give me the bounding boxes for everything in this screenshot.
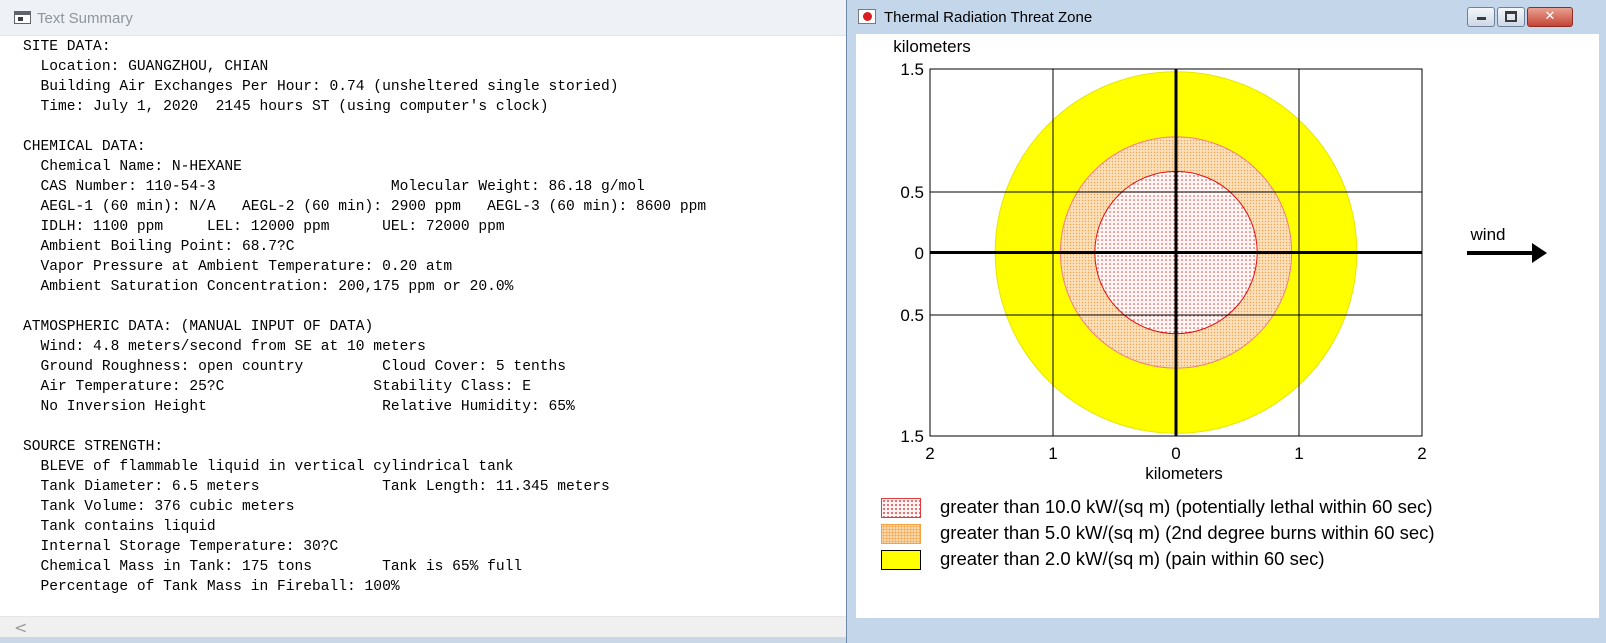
y-tick-label: 1.5 [900, 427, 924, 446]
window-bottom-border [0, 637, 846, 643]
x-tick-label: 2 [1417, 444, 1426, 463]
x-tick-label: 1 [1294, 444, 1303, 463]
text-summary-title: Text Summary [37, 10, 133, 27]
threat-zone-window: Thermal Radiation Threat Zone ✕ 1.5 0.5 0 0… [846, 0, 1606, 643]
threat-zone-titlebar[interactable]: Thermal Radiation Threat Zone ✕ [847, 0, 1606, 34]
summary-line: CHEMICAL DATA: [23, 139, 146, 155]
summary-line: Tank Diameter: 6.5 meters Tank Length: 1… [40, 479, 610, 495]
scroll-left-arrow-icon[interactable]: < [14, 618, 27, 637]
y-tick-label: 0 [915, 244, 924, 263]
summary-line: Location: GUANGZHOU, CHIAN [40, 59, 269, 75]
summary-line: AEGL-1 (60 min): N/A AEGL-2 (60 min): 29… [40, 199, 707, 215]
x-tick-label: 1 [1048, 444, 1057, 463]
summary-line: ATMOSPHERIC DATA: (MANUAL INPUT OF DATA) [23, 319, 374, 335]
x-tick-label: 2 [925, 444, 934, 463]
minimize-icon [1476, 17, 1486, 20]
summary-line: Tank contains liquid [40, 519, 216, 535]
y-axis-label: kilometers [893, 37, 970, 56]
summary-line: Ambient Saturation Concentration: 200,17… [40, 279, 514, 295]
summary-line: BLEVE of flammable liquid in vertical cy… [40, 459, 514, 475]
summary-line: Tank Volume: 376 cubic meters [40, 499, 295, 515]
threat-zone-plot: 1.5 0.5 0 0.5 1.5 2 1 0 1 2 kilometers kilometers wi… [856, 34, 1599, 618]
y-tick-label: 1.5 [900, 60, 924, 79]
maximize-icon [1505, 11, 1517, 22]
threat-zone-icon [858, 9, 876, 24]
summary-line: Ground Roughness: open country Cloud Cov… [40, 359, 566, 375]
text-summary-titlebar[interactable]: Text Summary [0, 0, 846, 36]
x-axis-label: kilometers [1145, 464, 1222, 483]
minimize-button[interactable] [1467, 7, 1495, 27]
summary-line: SOURCE STRENGTH: [23, 439, 164, 455]
threat-zone-title: Thermal Radiation Threat Zone [884, 9, 1093, 26]
summary-text: SITE DATA: Location: GUANGZHOU, CHIAN Bu… [23, 37, 706, 597]
y-tick-label: 0.5 [900, 306, 924, 325]
summary-line: Chemical Name: N-HEXANE [40, 159, 242, 175]
maximize-button[interactable] [1497, 7, 1525, 27]
summary-line: No Inversion Height Relative Humidity: 6… [40, 399, 575, 415]
close-button[interactable]: ✕ [1527, 7, 1573, 27]
summary-line: Internal Storage Temperature: 30?C [40, 539, 339, 555]
text-summary-window: Text Summary SITE DATA: Location: GUANGZ… [0, 0, 846, 643]
wind-arrow-icon [1532, 243, 1547, 263]
summary-line: Wind: 4.8 meters/second from SE at 10 me… [40, 339, 426, 355]
summary-line: Ambient Boiling Point: 68.7?C [40, 239, 295, 255]
summary-line: Chemical Mass in Tank: 175 tons Tank is … [40, 559, 523, 575]
threat-zone-chart: 1.50.500.51.52 1 0 1 2kilometerskilometerswi… [893, 37, 1547, 483]
x-tick-label: 0 [1171, 444, 1180, 463]
summary-line: Air Temperature: 25?C Stability Class: E [40, 379, 531, 395]
y-tick-label: 0.5 [900, 183, 924, 202]
summary-line: Building Air Exchanges Per Hour: 0.74 (u… [40, 79, 619, 95]
summary-line: Time: July 1, 2020 2145 hours ST (using … [40, 99, 549, 115]
summary-line: Vapor Pressure at Ambient Temperature: 0… [40, 259, 453, 275]
summary-line: SITE DATA: [23, 39, 111, 55]
summary-line: Percentage of Tank Mass in Fireball: 100… [40, 579, 400, 595]
summary-line: CAS Number: 110-54-3 Molecular Weight: 8… [40, 179, 645, 195]
horizontal-scrollbar[interactable]: < [0, 616, 846, 637]
wind-label: wind [1470, 225, 1506, 244]
summary-line: IDLH: 1100 ppm LEL: 12000 ppm UEL: 72000… [40, 219, 505, 235]
window-icon [14, 11, 31, 24]
